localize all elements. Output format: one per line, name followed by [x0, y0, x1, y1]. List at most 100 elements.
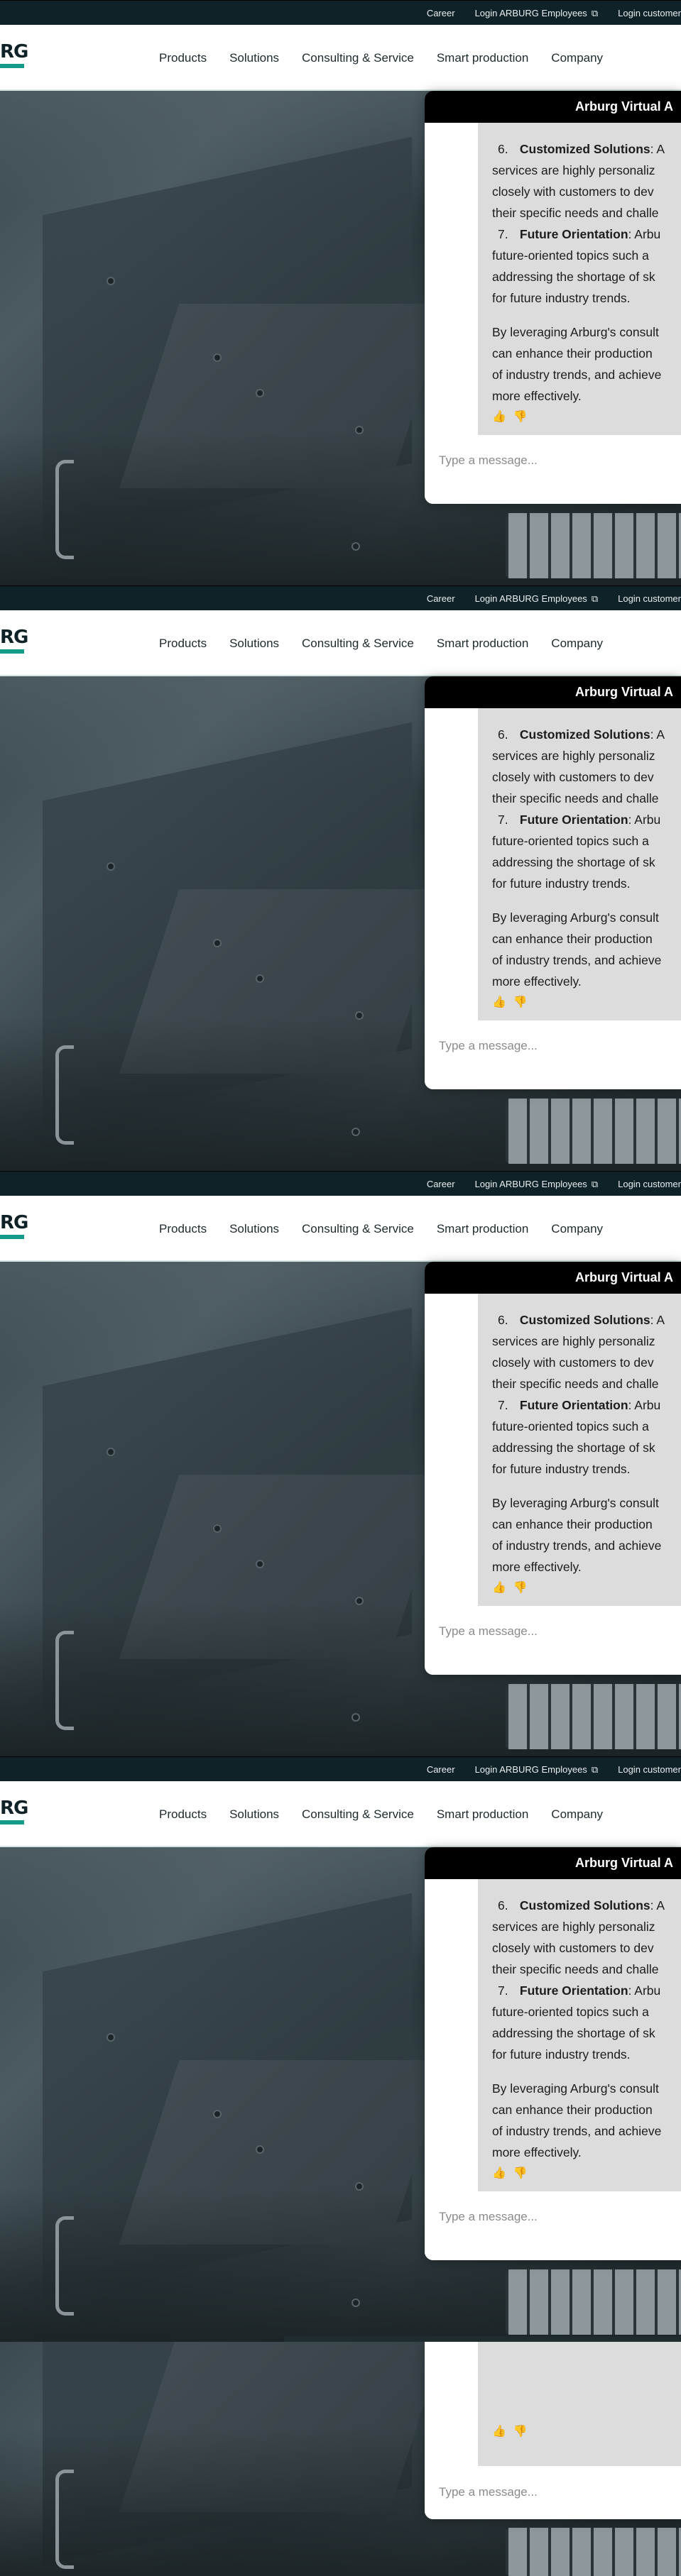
- login-employees-link[interactable]: Login ARBURG Employees ⧉: [475, 1764, 599, 1776]
- top-links: Career Login ARBURG Employees ⧉ Login cus…: [427, 1172, 681, 1196]
- career-link[interactable]: Career: [427, 1179, 455, 1189]
- arburg-logo[interactable]: RG: [0, 1798, 28, 1827]
- nav-item-solutions[interactable]: Solutions: [229, 1807, 279, 1822]
- login-customer-link[interactable]: Login customer: [618, 1764, 681, 1775]
- arburg-logo[interactable]: RG: [0, 1213, 28, 1241]
- nav-menu: Products Solutions Consulting & Service …: [159, 610, 603, 676]
- chat-messages[interactable]: 6. Customized Solutions: A services are …: [425, 708, 681, 1026]
- thumbs-up-icon[interactable]: 👍: [492, 2424, 506, 2438]
- nav-item-solutions[interactable]: Solutions: [229, 637, 279, 651]
- list-item: 6. Customized Solutions: A: [498, 1898, 665, 1912]
- login-employees-link[interactable]: Login ARBURG Employees ⧉: [475, 8, 599, 19]
- thumbs-down-icon[interactable]: 👎: [513, 2166, 528, 2180]
- chat-messages[interactable]: 6. Customized Solutions: A services are …: [425, 1879, 681, 2197]
- nav-item-company[interactable]: Company: [551, 637, 603, 651]
- main-navigation: RG Products Solutions Consulting & Servi…: [0, 1196, 681, 1262]
- nav-item-products[interactable]: Products: [159, 1222, 207, 1236]
- thumbs-down-icon[interactable]: 👎: [513, 995, 528, 1009]
- external-link-icon: ⧉: [591, 1178, 599, 1189]
- arburg-logo[interactable]: RG: [0, 627, 28, 656]
- list-item: 7. Future Orientation: Arbu: [498, 227, 661, 241]
- scroll-capture-stack: Career Login ARBURG Employees ⧉ Login cus…: [0, 0, 681, 2576]
- main-navigation: RG Products Solutions Consulting & Servi…: [0, 610, 681, 676]
- nav-item-smart-production[interactable]: Smart production: [437, 637, 528, 651]
- main-navigation: RG Products Solutions Consulting & Servi…: [0, 1781, 681, 1847]
- virtual-assistant-chat-window: Arburg Virtual A 6. Customized Solutions…: [425, 1262, 681, 1675]
- login-employees-link[interactable]: Login ARBURG Employees ⧉: [475, 593, 599, 605]
- assistant-message-bubble: 6. Customized Solutions: A services are …: [478, 1294, 681, 1606]
- nav-item-smart-production[interactable]: Smart production: [437, 51, 528, 65]
- chat-input-area: Type a message...: [425, 1026, 681, 1089]
- list-item: 7. Future Orientation: Arbu: [498, 1398, 661, 1412]
- nav-item-company[interactable]: Company: [551, 51, 603, 65]
- nav-item-company[interactable]: Company: [551, 1222, 603, 1236]
- chat-input-area: Type a message...: [425, 441, 681, 504]
- nav-item-consulting-service[interactable]: Consulting & Service: [302, 1222, 414, 1236]
- career-link[interactable]: Career: [427, 593, 455, 604]
- page-frame: Career Login ARBURG Employees ⧉ Login cus…: [0, 0, 681, 585]
- nav-item-products[interactable]: Products: [159, 637, 207, 651]
- top-links: Career Login ARBURG Employees ⧉ Login cus…: [427, 586, 681, 611]
- login-employees-link[interactable]: Login ARBURG Employees ⧉: [475, 1179, 599, 1190]
- chat-messages[interactable]: By leveraging Arburg's consult can enhan…: [425, 2342, 681, 2470]
- logo-text: RG: [0, 41, 28, 62]
- thumbs-down-icon[interactable]: 👎: [513, 409, 528, 424]
- feedback-buttons: 👍 👎: [492, 995, 528, 1009]
- logo-accent-bar: [0, 649, 24, 654]
- chat-header: Arburg Virtual A: [425, 1847, 681, 1879]
- career-link[interactable]: Career: [427, 1764, 455, 1775]
- nav-item-smart-production[interactable]: Smart production: [437, 1807, 528, 1822]
- logo-text: RG: [0, 627, 28, 648]
- list-item: 6. Customized Solutions: A: [498, 1313, 665, 1327]
- feedback-buttons: 👍 👎: [492, 1580, 528, 1595]
- external-link-icon: ⧉: [591, 1763, 599, 1775]
- message-input[interactable]: Type a message...: [439, 1039, 538, 1053]
- nav-item-products[interactable]: Products: [159, 1807, 207, 1822]
- assistant-message-text: 6. Customized Solutions: A services are …: [492, 724, 681, 992]
- chat-input-area: Type a message...: [425, 2470, 681, 2519]
- thumbs-up-icon[interactable]: 👍: [492, 409, 506, 424]
- message-input[interactable]: Type a message...: [439, 1624, 538, 1639]
- feedback-buttons: 👍 👎: [492, 409, 528, 424]
- assistant-message-bubble: 6. Customized Solutions: A services are …: [478, 708, 681, 1020]
- page-frame: Career Login ARBURG Employees ⧉ Login cus…: [0, 585, 681, 1171]
- nav-item-consulting-service[interactable]: Consulting & Service: [302, 1807, 414, 1822]
- chat-messages[interactable]: 6. Customized Solutions: A services are …: [425, 1294, 681, 1612]
- nav-item-company[interactable]: Company: [551, 1807, 603, 1822]
- logo-text: RG: [0, 1798, 28, 1819]
- login-customer-link[interactable]: Login customer: [618, 593, 681, 604]
- logo-accent-bar: [0, 64, 24, 68]
- login-customer-link[interactable]: Login customer: [618, 8, 681, 18]
- list-item: 7. Future Orientation: Arbu: [498, 813, 661, 827]
- message-input[interactable]: Type a message...: [439, 2210, 538, 2224]
- thumbs-up-icon[interactable]: 👍: [492, 995, 506, 1009]
- nav-item-solutions[interactable]: Solutions: [229, 1222, 279, 1236]
- top-utility-bar: Career Login ARBURG Employees ⧉ Login cus…: [0, 0, 681, 25]
- nav-item-consulting-service[interactable]: Consulting & Service: [302, 51, 414, 65]
- virtual-assistant-chat-window: By leveraging Arburg's consult can enhan…: [425, 2342, 681, 2519]
- top-links: Career Login ARBURG Employees ⧉ Login cus…: [427, 1757, 681, 1782]
- nav-item-solutions[interactable]: Solutions: [229, 51, 279, 65]
- login-customer-link[interactable]: Login customer: [618, 1179, 681, 1189]
- feedback-buttons: 👍 👎: [492, 2166, 528, 2180]
- logo-accent-bar: [0, 1235, 24, 1239]
- page-frame: Career Login ARBURG Employees ⧉ Login cus…: [0, 1171, 681, 1756]
- thumbs-up-icon[interactable]: 👍: [492, 2166, 506, 2180]
- assistant-message-bubble: By leveraging Arburg's consult can enhan…: [478, 2342, 681, 2466]
- thumbs-down-icon[interactable]: 👎: [513, 2424, 528, 2438]
- top-utility-bar: Career Login ARBURG Employees ⧉ Login cus…: [0, 1756, 681, 1781]
- chat-messages[interactable]: 6. Customized Solutions: A services are …: [425, 123, 681, 441]
- career-link[interactable]: Career: [427, 8, 455, 18]
- arburg-logo[interactable]: RG: [0, 41, 28, 70]
- message-input[interactable]: Type a message...: [439, 453, 538, 468]
- chat-title: Arburg Virtual A: [575, 1270, 674, 1284]
- message-input[interactable]: Type a message...: [439, 2485, 538, 2499]
- thumbs-up-icon[interactable]: 👍: [492, 1580, 506, 1595]
- nav-item-products[interactable]: Products: [159, 51, 207, 65]
- chat-input-area: Type a message...: [425, 2197, 681, 2260]
- list-item: 7. Future Orientation: Arbu: [498, 1983, 661, 1998]
- nav-item-consulting-service[interactable]: Consulting & Service: [302, 637, 414, 651]
- nav-item-smart-production[interactable]: Smart production: [437, 1222, 528, 1236]
- thumbs-down-icon[interactable]: 👎: [513, 1580, 528, 1595]
- list-item: 6. Customized Solutions: A: [498, 142, 665, 156]
